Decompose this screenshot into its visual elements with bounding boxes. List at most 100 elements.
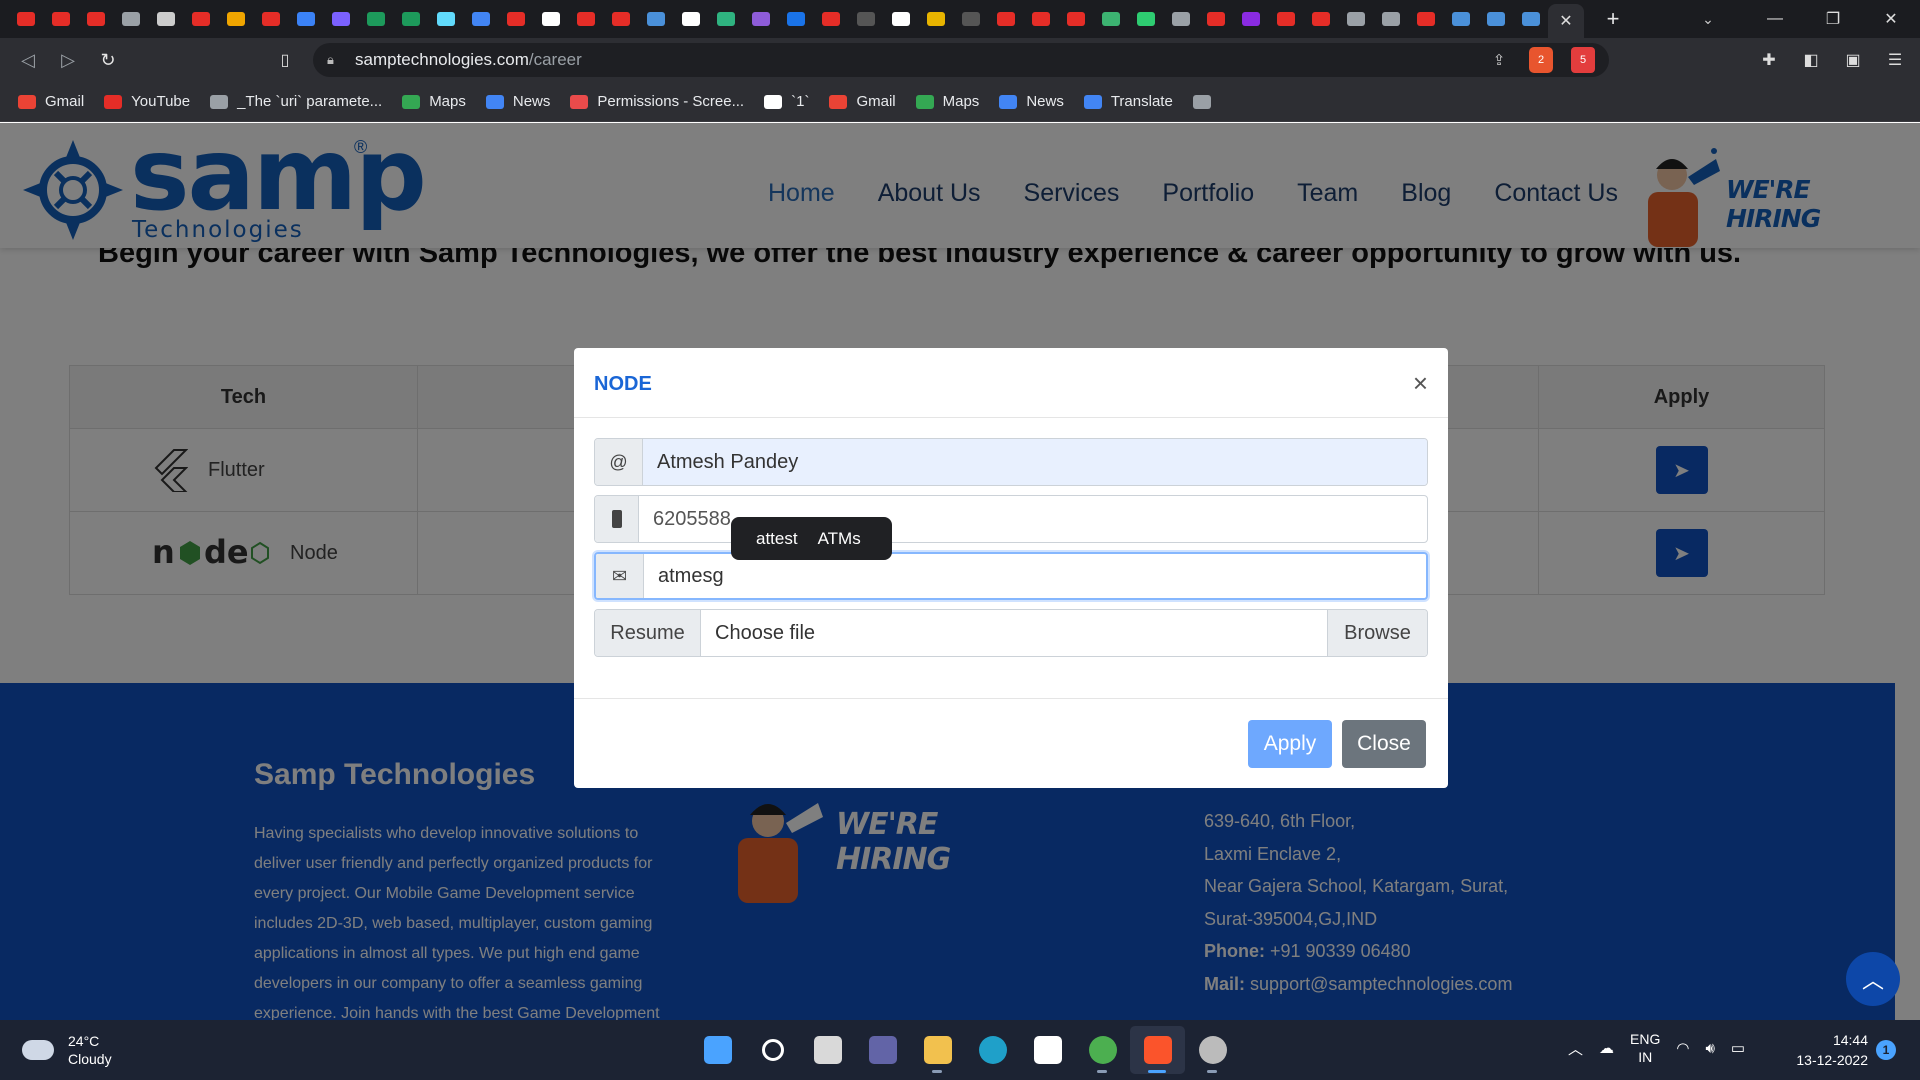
tab-favicon[interactable] xyxy=(918,0,953,38)
menu-icon[interactable]: ☰ xyxy=(1880,44,1910,76)
tab-favicon[interactable] xyxy=(1093,0,1128,38)
tab-favicon[interactable] xyxy=(533,0,568,38)
bookmark-item[interactable]: `1` xyxy=(764,93,809,110)
volume-icon[interactable]: 🔊︎ xyxy=(1705,1040,1714,1057)
bookmark-item[interactable]: _The `uri` paramete... xyxy=(210,93,382,110)
tab-favicon[interactable] xyxy=(463,0,498,38)
close-tab-icon[interactable]: ✕ xyxy=(1559,11,1572,31)
taskbar-file-explorer[interactable] xyxy=(910,1026,965,1074)
tab-favicon[interactable] xyxy=(8,0,43,38)
tab-favicon[interactable] xyxy=(358,0,393,38)
suggestion-item[interactable]: attest xyxy=(731,529,816,549)
bookmark-item[interactable]: News xyxy=(485,93,550,110)
bookmark-item[interactable]: Maps xyxy=(402,93,466,110)
new-tab-button[interactable]: + xyxy=(1598,6,1628,32)
taskbar-settings[interactable] xyxy=(1185,1026,1240,1074)
tab-favicon[interactable] xyxy=(1513,0,1548,38)
back-icon[interactable]: ◁ xyxy=(8,40,48,80)
lock-icon[interactable]: 🔒︎ xyxy=(327,52,345,68)
forward-icon[interactable]: ▷ xyxy=(48,40,88,80)
modal-close-icon[interactable]: × xyxy=(1413,368,1428,399)
restore-icon[interactable]: ❐ xyxy=(1804,0,1862,38)
battery-icon[interactable]: ▭ xyxy=(1731,1039,1745,1057)
tab-favicon[interactable] xyxy=(953,0,988,38)
scroll-to-top-button[interactable]: ︿ xyxy=(1846,952,1900,1006)
wallet-icon[interactable]: ▣ xyxy=(1838,44,1868,76)
address-bar[interactable]: 🔒︎ samptechnologies.com/career ⇪ 2 5 xyxy=(313,43,1609,77)
tab-favicon[interactable] xyxy=(568,0,603,38)
tab-favicon[interactable] xyxy=(1233,0,1268,38)
tab-favicon[interactable] xyxy=(113,0,148,38)
tab-favicon[interactable] xyxy=(498,0,533,38)
tab-favicon[interactable] xyxy=(1443,0,1478,38)
bookmark-item[interactable]: Maps xyxy=(915,93,979,110)
close-window-icon[interactable]: ✕ xyxy=(1862,0,1920,38)
tab-favicon[interactable] xyxy=(813,0,848,38)
tab-favicon[interactable] xyxy=(43,0,78,38)
taskbar-search[interactable] xyxy=(745,1026,800,1074)
tab-favicon[interactable] xyxy=(848,0,883,38)
tab-favicon[interactable] xyxy=(288,0,323,38)
name-input[interactable]: Atmesh Pandey xyxy=(643,439,1427,485)
tab-favicon[interactable] xyxy=(78,0,113,38)
brave-shield-icon[interactable]: 2 xyxy=(1529,47,1553,73)
tab-favicon[interactable] xyxy=(1408,0,1443,38)
tab-favicon[interactable] xyxy=(1338,0,1373,38)
tab-favicon[interactable] xyxy=(1163,0,1198,38)
reload-icon[interactable]: ↻ xyxy=(88,40,128,80)
tab-favicon[interactable] xyxy=(743,0,778,38)
tab-favicon[interactable] xyxy=(218,0,253,38)
taskbar-chrome[interactable] xyxy=(1075,1026,1130,1074)
chevron-up-icon[interactable]: ︿ xyxy=(1568,1038,1583,1059)
minimize-icon[interactable]: — xyxy=(1746,0,1804,38)
taskbar-start[interactable] xyxy=(690,1026,745,1074)
tab-favicon[interactable] xyxy=(1303,0,1338,38)
close-button[interactable]: Close xyxy=(1342,720,1426,768)
onedrive-icon[interactable]: ☁ xyxy=(1599,1039,1614,1057)
tab-favicon[interactable] xyxy=(603,0,638,38)
tab-favicon[interactable] xyxy=(988,0,1023,38)
bookmark-item[interactable]: Gmail xyxy=(829,93,896,110)
tab-favicon[interactable] xyxy=(1058,0,1093,38)
tab-favicon[interactable] xyxy=(1373,0,1408,38)
email-input[interactable]: atmesg xyxy=(644,554,1426,598)
file-input[interactable]: Choose file xyxy=(701,610,1327,656)
bookmark-item[interactable]: Permissions - Scree... xyxy=(570,93,744,110)
apply-button[interactable]: Apply xyxy=(1248,720,1332,768)
bookmark-item[interactable]: YouTube xyxy=(104,93,190,110)
tab-favicon[interactable] xyxy=(323,0,358,38)
weather-widget[interactable]: 24°C Cloudy xyxy=(22,1032,112,1068)
sidebar-icon[interactable]: ◧ xyxy=(1796,44,1826,76)
bookmark-item[interactable]: Gmail xyxy=(18,93,84,110)
taskbar-brave[interactable] xyxy=(1130,1026,1185,1074)
tab-favicon[interactable] xyxy=(883,0,918,38)
bookmark-item[interactable]: Translate xyxy=(1083,93,1173,110)
notification-badge[interactable]: 1 xyxy=(1876,1040,1896,1060)
tab-favicon[interactable] xyxy=(1128,0,1163,38)
browse-button[interactable]: Browse xyxy=(1327,610,1427,656)
language-indicator[interactable]: ENG IN xyxy=(1630,1030,1660,1066)
suggestion-item[interactable]: ATMs xyxy=(816,529,879,549)
tab-favicon[interactable] xyxy=(1478,0,1513,38)
tab-favicon[interactable] xyxy=(148,0,183,38)
tab-favicon[interactable] xyxy=(778,0,813,38)
tab-favicon[interactable] xyxy=(708,0,743,38)
tab-favicon[interactable] xyxy=(638,0,673,38)
tab-search-icon[interactable]: ⌄ xyxy=(1688,0,1728,38)
tab-favicon[interactable] xyxy=(1023,0,1058,38)
clock[interactable]: 14:44 13-12-2022 xyxy=(1790,1030,1868,1070)
url-text[interactable]: samptechnologies.com/career xyxy=(355,50,582,70)
taskbar-teams[interactable] xyxy=(855,1026,910,1074)
tab-favicon[interactable] xyxy=(393,0,428,38)
wifi-icon[interactable]: ◠ xyxy=(1676,1039,1689,1057)
tab-favicon[interactable] xyxy=(673,0,708,38)
tab-favicon[interactable] xyxy=(183,0,218,38)
brave-rewards-icon[interactable]: 5 xyxy=(1571,47,1595,73)
bookmark-item[interactable]: News xyxy=(999,93,1064,110)
bookmark-item[interactable] xyxy=(1192,94,1220,109)
taskbar-task-view[interactable] xyxy=(800,1026,855,1074)
tab-favicon[interactable] xyxy=(1268,0,1303,38)
tab-favicon[interactable] xyxy=(253,0,288,38)
taskbar-store[interactable] xyxy=(1020,1026,1075,1074)
taskbar-edge[interactable] xyxy=(965,1026,1020,1074)
